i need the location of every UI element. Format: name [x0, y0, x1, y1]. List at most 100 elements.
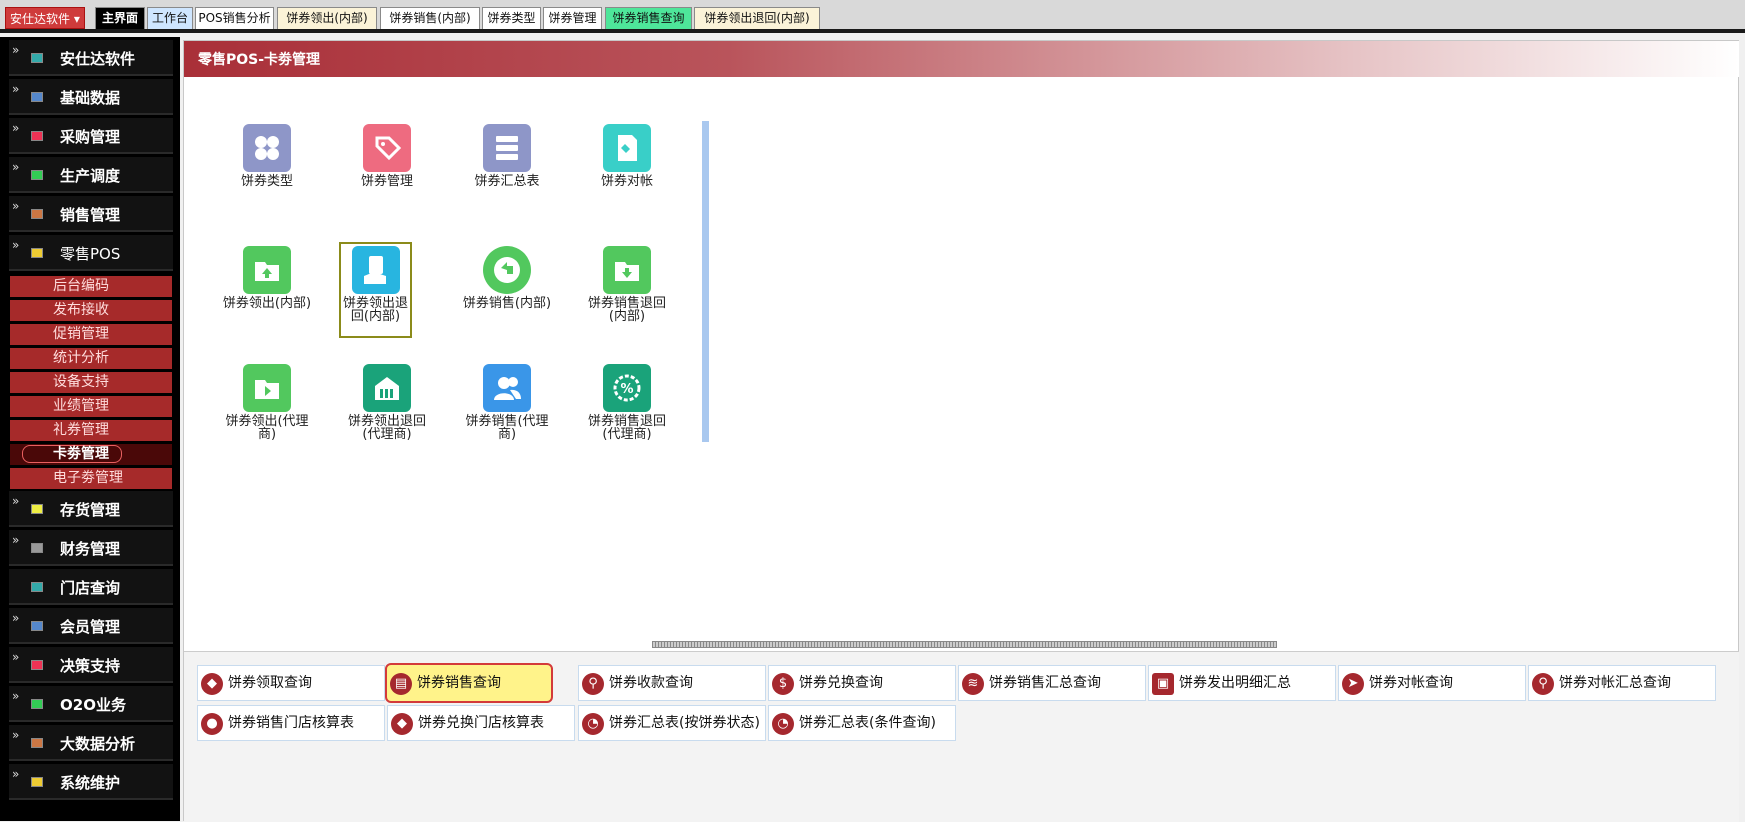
tab-workbench[interactable]: 工作台 — [147, 7, 193, 29]
sidebar-item-store-query[interactable]: 门店查询 — [9, 569, 173, 605]
decision-icon — [31, 660, 43, 670]
tag-icon: ◆ — [391, 713, 413, 735]
query-label: 饼券收款查询 — [609, 675, 693, 691]
sidebar-item-label: 系统维护 — [60, 774, 121, 792]
tab-coupon-issue-internal[interactable]: 饼券领出(内部) — [277, 7, 377, 29]
tile-coupon-management[interactable]: 饼券管理 — [342, 124, 432, 216]
tile-coupon-return-internal[interactable]: 饼券领出退回(内部) — [339, 242, 412, 338]
sidebar-item-inventory[interactable]: » 存货管理 — [9, 491, 173, 527]
sidebar-item-decision[interactable]: » 决策支持 — [9, 647, 173, 683]
tile-coupon-type[interactable]: 饼券类型 — [222, 124, 312, 216]
query-coupon-issue-detail[interactable]: ▣ 饼券发出明细汇总 — [1148, 665, 1336, 701]
cube-icon — [31, 53, 43, 63]
query-coupon-reconcile-summary[interactable]: ⚲ 饼券对帐汇总查询 — [1528, 665, 1716, 701]
splitter-handle[interactable] — [652, 641, 1277, 648]
sidebar-item-label: 大数据分析 — [60, 735, 136, 753]
pie-icon: ◔ — [582, 713, 604, 735]
tab-main[interactable]: 主界面 — [95, 7, 145, 29]
sidebar-item-basic-data[interactable]: » 基础数据 — [9, 79, 173, 115]
sidebar-item-label: 安仕达软件 — [60, 50, 136, 68]
id-card-icon: ▣ — [1152, 673, 1174, 695]
sidebar-item-label: 存货管理 — [60, 501, 121, 519]
tile-coupon-sales-internal[interactable]: 饼券销售(内部) — [462, 246, 552, 338]
sidebar-item-label: 生产调度 — [60, 167, 121, 185]
search-icon: ⚲ — [1532, 673, 1554, 695]
submenu-backend-coding[interactable]: 后台编码 — [10, 276, 172, 297]
query-label: 饼券对帐查询 — [1369, 675, 1453, 691]
finance-icon — [31, 543, 43, 553]
tile-coupon-issue-internal[interactable]: 饼券领出(内部) — [222, 246, 312, 338]
sidebar-item-production[interactable]: » 生产调度 — [9, 157, 173, 193]
top-tab-bar: 安仕达软件 ▾ 主界面 工作台 POS销售分析 饼券领出(内部) 饼券销售(内部… — [0, 0, 1745, 33]
tile-coupon-return-agent[interactable]: 饼券领出退回(代理商) — [342, 364, 432, 456]
svg-text:%: % — [620, 382, 633, 397]
tab-coupon-return-internal[interactable]: 饼券领出退回(内部) — [694, 7, 820, 29]
o2o-icon — [31, 699, 43, 709]
sidebar-item-o2o[interactable]: » O2O业务 — [9, 686, 173, 722]
query-coupon-reconcile[interactable]: ➤ 饼券对帐查询 — [1338, 665, 1526, 701]
tab-coupon-type[interactable]: 饼券类型 — [482, 7, 541, 29]
submenu-gift-voucher[interactable]: 礼券管理 — [10, 420, 172, 441]
warehouse-icon — [31, 504, 43, 514]
chevron-right-icon: » — [12, 650, 20, 664]
sidebar-item-bigdata[interactable]: » 大数据分析 — [9, 725, 173, 761]
panel-scrollbar[interactable] — [702, 121, 709, 442]
tab-coupon-management[interactable]: 饼券管理 — [543, 7, 602, 29]
query-coupon-sales-summary[interactable]: ≋ 饼券销售汇总查询 — [958, 665, 1146, 701]
tile-coupon-reconcile[interactable]: 饼券对帐 — [582, 124, 672, 216]
chevron-right-icon: » — [12, 43, 20, 57]
sidebar-item-system[interactable]: » 系统维护 — [9, 764, 173, 800]
tile-label: 饼券领出退回(代理商) — [347, 414, 426, 442]
tile-coupon-sales-agent[interactable]: 饼券销售(代理商) — [462, 364, 552, 456]
submenu-performance[interactable]: 业绩管理 — [10, 396, 172, 417]
tab-pos-analysis[interactable]: POS销售分析 — [195, 7, 274, 29]
tile-coupon-issue-agent[interactable]: 饼券领出(代理商) — [222, 364, 312, 456]
tab-coupon-sales-internal[interactable]: 饼券销售(内部) — [380, 7, 480, 29]
return-arrow-icon — [483, 246, 531, 294]
sidebar-item-label: O2O业务 — [60, 696, 126, 714]
tab-coupon-sales-query[interactable]: 饼券销售查询 — [605, 7, 692, 29]
submenu-device-support[interactable]: 设备支持 — [10, 372, 172, 393]
tile-coupon-summary[interactable]: 饼券汇总表 — [462, 124, 552, 216]
query-label: 饼券兑换门店核算表 — [418, 715, 544, 731]
pin-document-icon — [603, 124, 651, 172]
submenu-publish-receive[interactable]: 发布接收 — [10, 300, 172, 321]
query-label: 饼券销售查询 — [417, 675, 501, 691]
submenu-e-voucher[interactable]: 电子劵管理 — [10, 468, 172, 489]
tile-label: 饼券销售退回(内部) — [587, 296, 666, 324]
sidebar-item-member[interactable]: » 会员管理 — [9, 608, 173, 644]
sidebar-item-finance[interactable]: » 财务管理 — [9, 530, 173, 566]
query-summary-by-status[interactable]: ◔ 饼券汇总表(按饼券状态) — [578, 705, 766, 741]
sidebar-item-purchase[interactable]: » 采购管理 — [9, 118, 173, 154]
chevron-right-icon: » — [12, 689, 20, 703]
sidebar-item-anshida[interactable]: » 安仕达软件 — [9, 40, 173, 76]
users-icon — [483, 364, 531, 412]
chevron-down-icon: » — [12, 238, 20, 252]
sidebar-item-sales[interactable]: » 销售管理 — [9, 196, 173, 232]
page-title: 零售POS-卡劵管理 — [184, 41, 1739, 77]
query-store-exchange-accounting[interactable]: ◆ 饼券兑换门店核算表 — [387, 705, 575, 741]
chevron-right-icon: » — [12, 494, 20, 508]
chevron-right-icon: » — [12, 160, 20, 174]
sidebar-item-label: 会员管理 — [60, 618, 121, 636]
send-icon: ➤ — [1342, 673, 1364, 695]
query-coupon-pickup[interactable]: ◆ 饼券领取查询 — [197, 665, 385, 701]
query-coupon-payment[interactable]: ⚲ 饼券收款查询 — [578, 665, 766, 701]
query-coupon-exchange[interactable]: $ 饼券兑换查询 — [768, 665, 956, 701]
submenu-statistics[interactable]: 统计分析 — [10, 348, 172, 369]
chevron-right-icon: » — [12, 767, 20, 781]
brand-menu-button[interactable]: 安仕达软件 ▾ — [5, 7, 85, 29]
tile-label: 饼券领出(内部) — [222, 296, 312, 311]
sidebar-item-label: 基础数据 — [60, 89, 121, 107]
tile-coupon-sales-return-agent[interactable]: % 饼券销售退回(代理商) — [582, 364, 672, 456]
sidebar-item-retail-pos[interactable]: » 零售POS — [9, 235, 173, 271]
chevron-right-icon: » — [12, 82, 20, 96]
query-summary-by-condition[interactable]: ◔ 饼券汇总表(条件查询) — [768, 705, 956, 741]
tile-coupon-sales-return-internal[interactable]: 饼券销售退回(内部) — [582, 246, 672, 338]
query-coupon-sales[interactable]: ▤ 饼券销售查询 — [385, 663, 553, 703]
submenu-card-voucher[interactable]: 卡劵管理 — [10, 444, 172, 465]
sales-icon — [31, 209, 43, 219]
query-store-sales-accounting[interactable]: ● 饼券销售门店核算表 — [197, 705, 385, 741]
submenu-promotion[interactable]: 促销管理 — [10, 324, 172, 345]
sidebar: » 安仕达软件 » 基础数据 » 采购管理 » 生产调度 » 销售管理 » 零售POS 后台… — [0, 37, 180, 821]
